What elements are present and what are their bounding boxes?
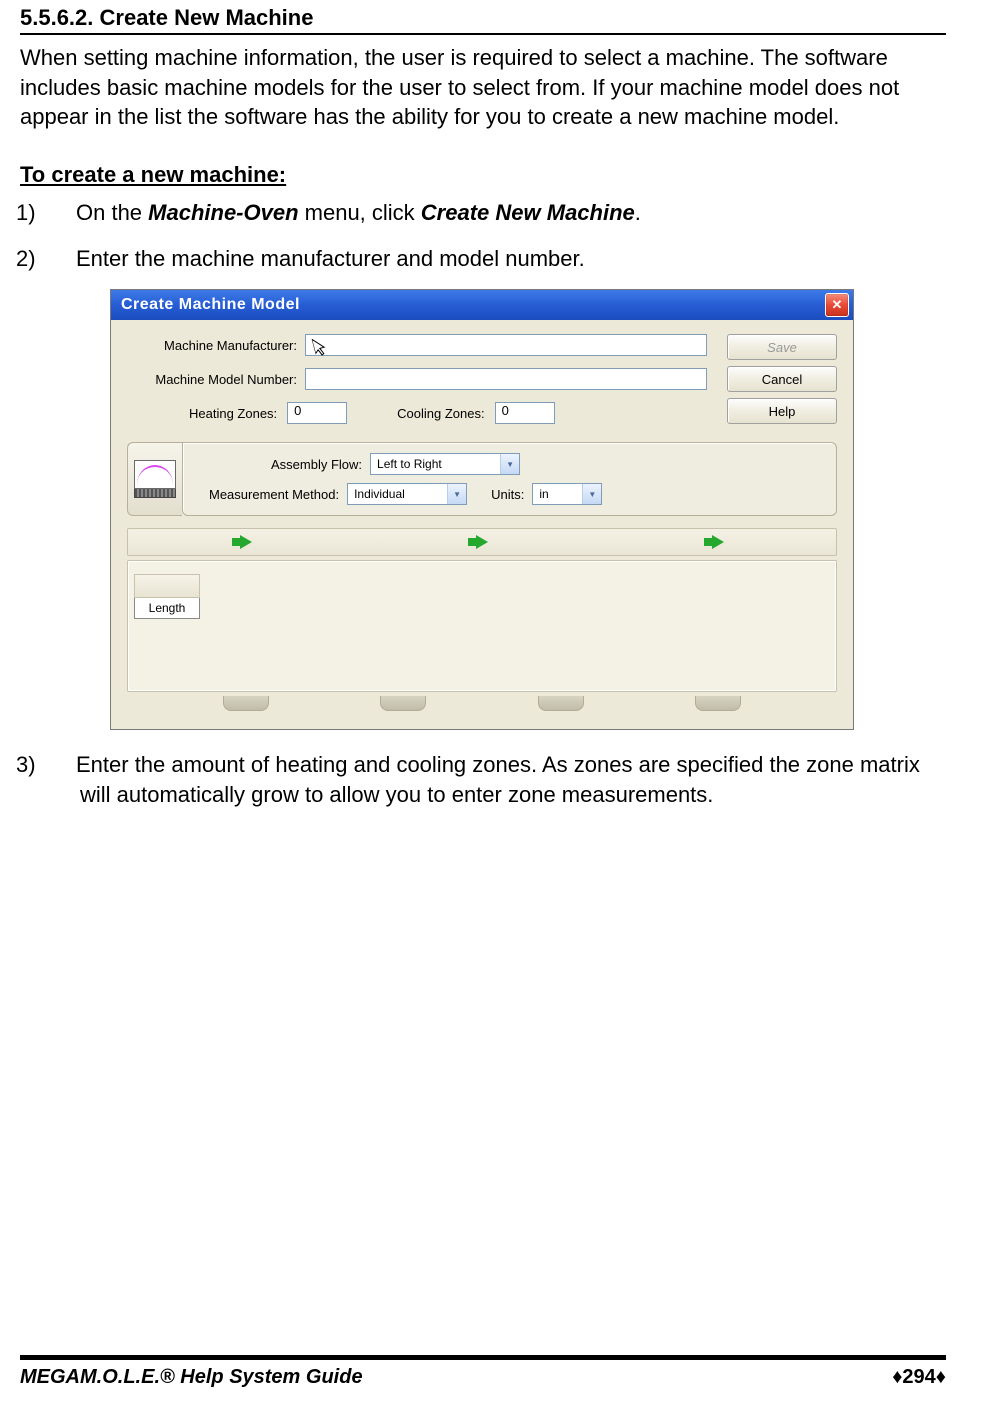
close-button[interactable]: ✕ <box>825 293 849 317</box>
assembly-flow-select[interactable]: Left to Right ▼ <box>370 453 520 475</box>
measurement-method-value: Individual <box>354 487 405 501</box>
arrow-right-icon <box>240 535 252 549</box>
cancel-button[interactable]: Cancel <box>727 366 837 392</box>
intro-paragraph: When setting machine information, the us… <box>20 43 946 132</box>
step1-pre: On the <box>76 200 148 225</box>
heating-zones-label: Heating Zones: <box>189 406 277 421</box>
section-heading: 5.5.6.2. Create New Machine <box>20 5 946 35</box>
oven-feet <box>127 696 837 711</box>
measurement-method-select[interactable]: Individual ▼ <box>347 483 467 505</box>
save-button[interactable]: Save <box>727 334 837 360</box>
chevron-down-icon: ▼ <box>500 454 519 474</box>
measurement-method-label: Measurement Method: <box>209 487 339 502</box>
manufacturer-input[interactable] <box>305 334 707 356</box>
create-machine-dialog: Create Machine Model ✕ Machine Manufactu… <box>110 289 854 730</box>
step-1: 1)On the Machine-Oven menu, click Create… <box>48 198 946 228</box>
step2-text: Enter the machine manufacturer and model… <box>76 246 585 271</box>
monitor-icon <box>134 460 176 498</box>
step-3: 3)Enter the amount of heating and coolin… <box>48 750 946 809</box>
model-label: Machine Model Number: <box>127 372 305 387</box>
manufacturer-label: Machine Manufacturer: <box>127 338 305 353</box>
step1-menu: Machine-Oven <box>148 200 298 225</box>
step3-text: Enter the amount of heating and cooling … <box>76 752 920 807</box>
footer-brand-em: MEGA <box>20 1366 80 1388</box>
footer-brand-rest: M.O.L.E.® Help System Guide <box>80 1366 363 1388</box>
dialog-title: Create Machine Model <box>121 296 300 314</box>
units-select[interactable]: in ▼ <box>532 483 602 505</box>
cooling-zones-input[interactable]: 0 <box>495 402 555 424</box>
close-icon: ✕ <box>832 297 843 313</box>
step-2: 2)Enter the machine manufacturer and mod… <box>48 244 946 274</box>
step1-mid: menu, click <box>299 200 421 225</box>
arrow-right-icon <box>712 535 724 549</box>
flow-direction-bar <box>127 528 837 556</box>
profile-tab[interactable] <box>127 442 182 516</box>
chevron-down-icon: ▼ <box>447 484 466 504</box>
chevron-down-icon: ▼ <box>582 484 601 504</box>
assembly-flow-label: Assembly Flow: <box>271 457 362 472</box>
zone-matrix: Length <box>127 560 837 692</box>
help-button[interactable]: Help <box>727 398 837 424</box>
cooling-zones-label: Cooling Zones: <box>397 406 484 421</box>
model-input[interactable] <box>305 368 707 390</box>
step1-cmd: Create New Machine <box>421 200 635 225</box>
units-label: Units: <box>491 487 524 502</box>
assembly-flow-value: Left to Right <box>377 457 442 471</box>
step1-post: . <box>635 200 641 225</box>
units-value: in <box>539 487 548 501</box>
page-number: 294 <box>902 1366 935 1388</box>
length-cell[interactable]: Length <box>134 597 200 619</box>
titlebar: Create Machine Model ✕ <box>111 290 853 320</box>
cooling-zones-value: 0 <box>502 403 509 418</box>
heating-zones-input[interactable]: 0 <box>287 402 347 424</box>
create-machine-subheading: To create a new machine: <box>20 162 946 188</box>
page-footer: MEGAM.O.L.E.® Help System Guide ♦294♦ <box>20 1355 946 1389</box>
arrow-right-icon <box>476 535 488 549</box>
mouse-cursor-icon <box>312 336 331 359</box>
heating-zones-value: 0 <box>294 403 301 418</box>
